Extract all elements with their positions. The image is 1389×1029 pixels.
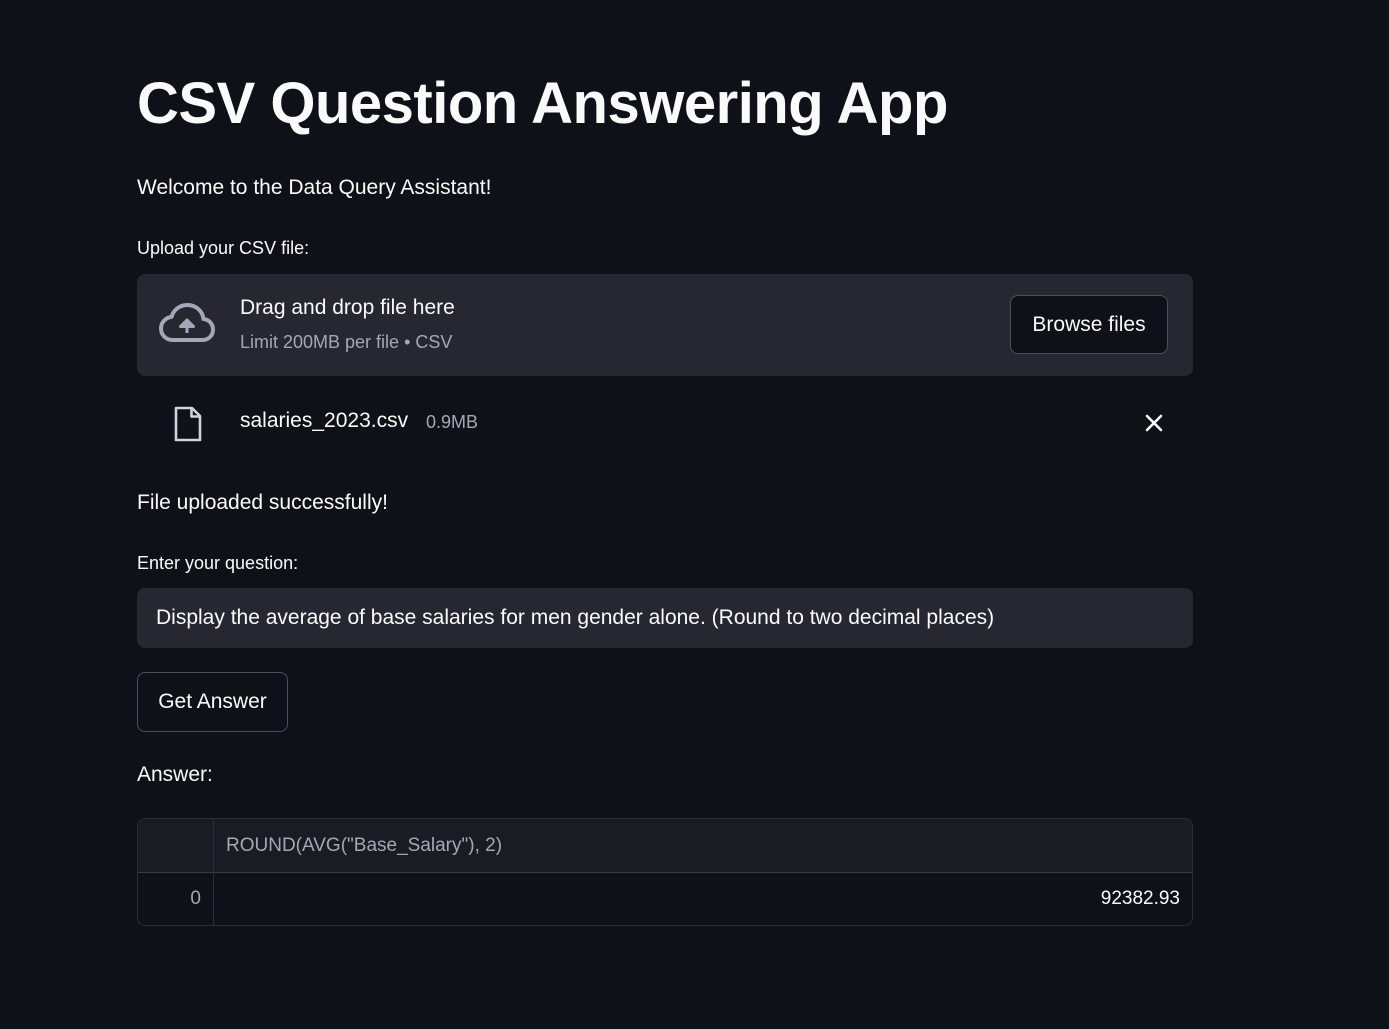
- uploaded-file-size: 0.9MB: [426, 412, 479, 432]
- uploaded-file-item: salaries_2023.csv 0.9MB: [137, 396, 1193, 452]
- upload-label: Upload your CSV file:: [137, 238, 310, 258]
- page-title: CSV Question Answering App: [137, 71, 948, 136]
- table-header-row: ROUND(AVG("Base_Salary"), 2): [138, 819, 1192, 873]
- remove-file-button[interactable]: [1139, 408, 1169, 438]
- column-header[interactable]: ROUND(AVG("Base_Salary"), 2): [226, 833, 502, 859]
- welcome-text: Welcome to the Data Query Assistant!: [137, 176, 492, 199]
- row-index: 0: [190, 888, 201, 909]
- answer-dataframe[interactable]: ROUND(AVG("Base_Salary"), 2) 0 92382.93: [137, 818, 1193, 926]
- index-column-divider: [213, 819, 214, 925]
- answer-label: Answer:: [137, 763, 213, 786]
- close-icon: [1145, 414, 1163, 432]
- dropzone-limit-text: Limit 200MB per file • CSV: [240, 332, 453, 352]
- uploaded-file-name: salaries_2023.csv: [240, 409, 409, 432]
- upload-success-message: File uploaded successfully!: [137, 491, 388, 514]
- file-dropzone[interactable]: Drag and drop file here Limit 200MB per …: [137, 274, 1193, 376]
- question-label: Enter your question:: [137, 553, 299, 573]
- question-input[interactable]: [137, 588, 1193, 648]
- cloud-upload-icon: [159, 303, 215, 342]
- browse-files-button[interactable]: Browse files: [1010, 295, 1168, 354]
- table-cell[interactable]: 92382.93: [1101, 886, 1180, 912]
- get-answer-button[interactable]: Get Answer: [137, 672, 288, 732]
- dropzone-title: Drag and drop file here: [240, 296, 455, 319]
- file-icon: [174, 406, 202, 442]
